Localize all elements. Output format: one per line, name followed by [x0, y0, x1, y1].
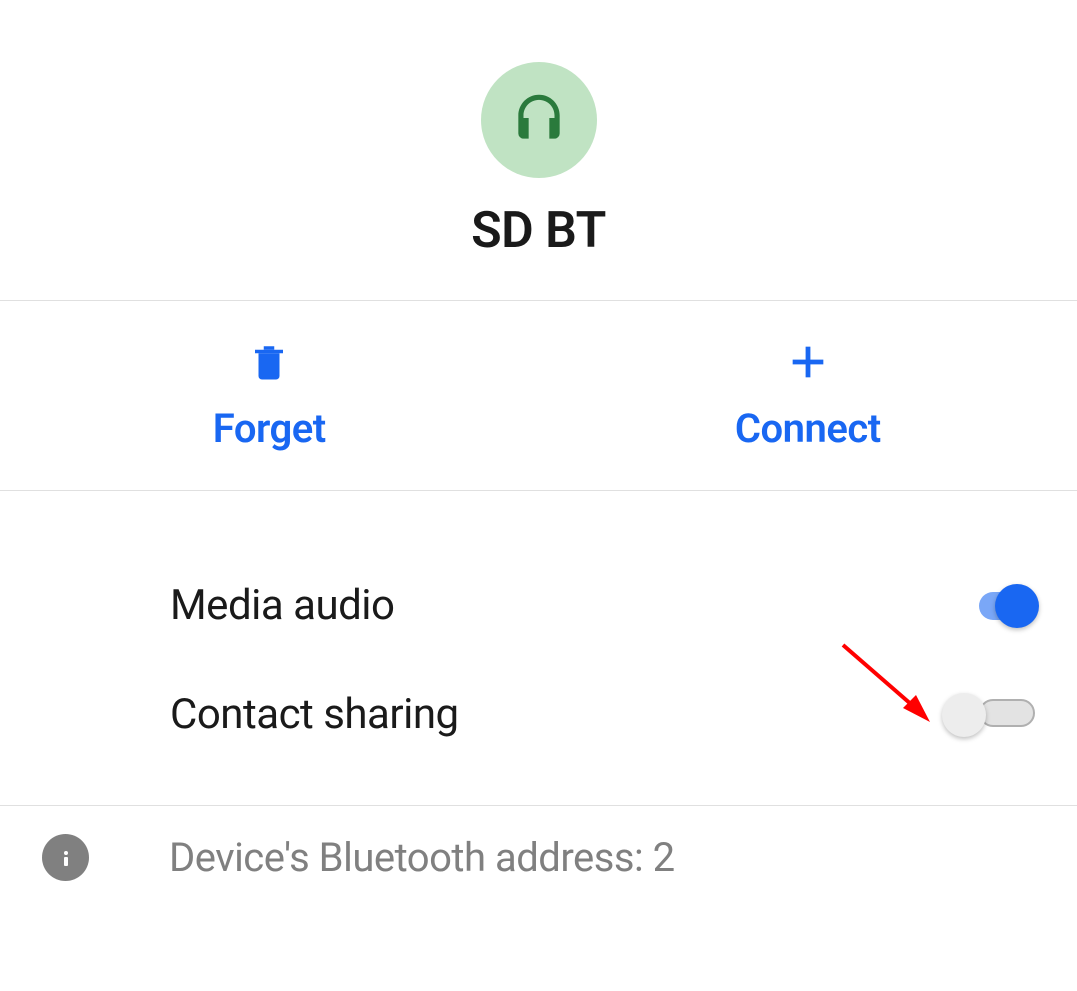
trash-icon — [248, 339, 290, 389]
device-name: SD BT — [0, 202, 1077, 260]
connect-label: Connect — [735, 405, 881, 452]
device-icon-circle — [481, 62, 597, 178]
contact-sharing-toggle[interactable] — [960, 696, 1035, 734]
forget-label: Forget — [213, 405, 326, 452]
settings-list: Media audio Contact sharing — [0, 491, 1077, 769]
forget-button[interactable]: Forget — [0, 301, 539, 490]
bluetooth-address-text: Device's Bluetooth address: 2 — [169, 834, 675, 881]
info-icon — [42, 834, 89, 881]
actions-row: Forget Connect — [0, 301, 1077, 491]
contact-sharing-label: Contact sharing — [170, 690, 459, 739]
media-audio-toggle[interactable] — [960, 587, 1035, 625]
connect-button[interactable]: Connect — [539, 301, 1077, 490]
plus-icon — [785, 339, 831, 389]
device-header: SD BT — [0, 0, 1077, 301]
media-audio-label: Media audio — [170, 581, 394, 630]
footer-info: Device's Bluetooth address: 2 — [0, 805, 1077, 881]
setting-row-media-audio: Media audio — [0, 551, 1077, 660]
headphones-icon — [508, 87, 570, 153]
setting-row-contact-sharing: Contact sharing — [0, 660, 1077, 769]
